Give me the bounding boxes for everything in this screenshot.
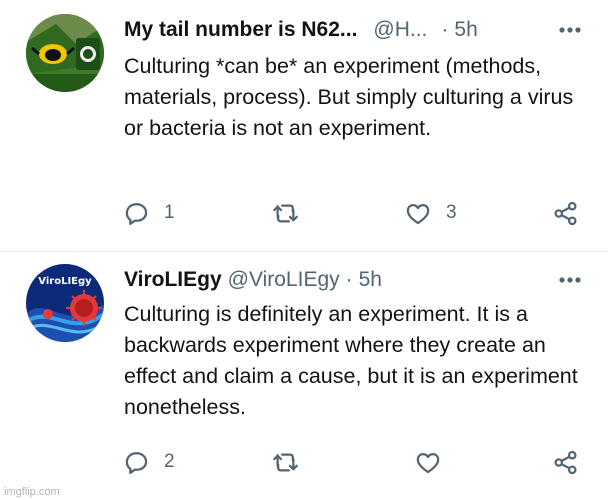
share-icon xyxy=(554,450,577,474)
reply-icon xyxy=(125,451,148,474)
share-icon xyxy=(554,201,577,225)
reply-count: 2 xyxy=(164,451,175,472)
reply-button[interactable]: 1 xyxy=(123,198,175,228)
user-handle[interactable]: @H... xyxy=(373,18,427,42)
avatar[interactable]: ViroLIEgy xyxy=(26,264,104,342)
action-bar: 1 3 xyxy=(0,198,608,228)
retweet-button[interactable] xyxy=(272,447,313,477)
more-options-button[interactable] xyxy=(554,14,582,46)
like-button[interactable] xyxy=(414,447,456,477)
tweet-text: Culturing *can be* an experiment (method… xyxy=(124,54,574,140)
like-button[interactable]: 3 xyxy=(404,198,457,228)
separator-dot: · xyxy=(345,268,353,291)
timestamp[interactable]: 5h xyxy=(359,268,382,292)
like-icon xyxy=(406,203,430,224)
watermark: imgflip.com xyxy=(4,486,60,498)
avatar-image: ViroLIEgy xyxy=(26,264,104,342)
user-handle[interactable]: @ViroLIEgy xyxy=(228,268,340,292)
action-bar: 2 xyxy=(0,447,608,477)
timestamp[interactable]: 5h xyxy=(454,18,477,42)
retweet-icon xyxy=(273,453,298,471)
more-icon xyxy=(559,27,581,33)
share-button[interactable] xyxy=(552,447,579,477)
display-name[interactable]: ViroLIEgy xyxy=(124,268,222,292)
tweet[interactable]: My tail number is N62... @H... · 5h Cult… xyxy=(0,0,608,252)
avatar[interactable] xyxy=(26,14,104,92)
reply-button[interactable]: 2 xyxy=(123,447,175,477)
retweet-icon xyxy=(273,204,298,222)
more-options-button[interactable] xyxy=(554,264,582,296)
avatar-image xyxy=(26,14,104,92)
separator-dot: · xyxy=(441,18,449,41)
tweet[interactable]: ViroLIEgy ViroLIEgy @ViroLIEgy · 5h Cult… xyxy=(0,252,608,500)
like-count: 3 xyxy=(446,202,457,223)
tweet-text: Culturing is definitely an experiment. I… xyxy=(124,302,578,419)
reply-count: 1 xyxy=(164,202,175,223)
like-icon xyxy=(416,452,440,473)
avatar-label: ViroLIEgy xyxy=(38,276,92,287)
more-icon xyxy=(559,277,581,283)
reply-icon xyxy=(125,202,148,225)
display-name[interactable]: My tail number is N62... xyxy=(124,18,357,42)
share-button[interactable] xyxy=(552,198,579,228)
retweet-button[interactable] xyxy=(272,198,313,228)
